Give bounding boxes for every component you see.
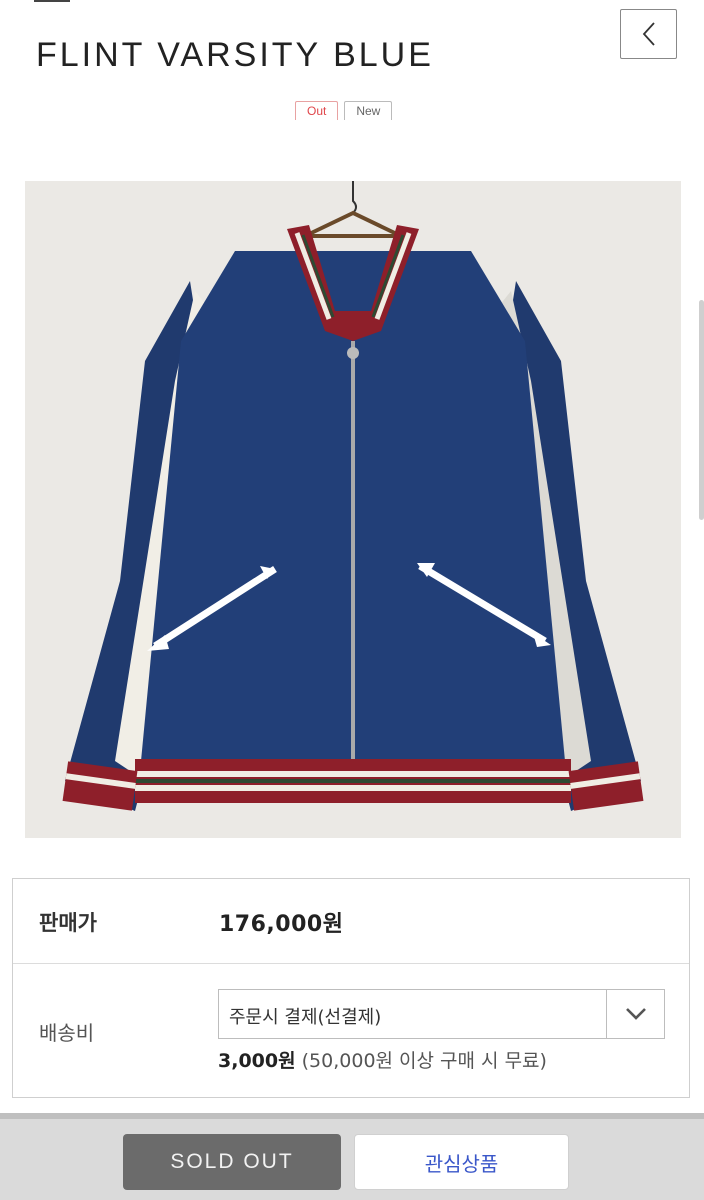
product-badges: Out New [295, 101, 393, 120]
price-value: 176,000원 [219, 912, 344, 937]
out-badge: Out [295, 101, 339, 120]
sold-out-button[interactable]: SOLD OUT [123, 1134, 341, 1190]
product-image [25, 181, 681, 838]
new-badge: New [344, 101, 393, 120]
chevron-down-icon [625, 1008, 646, 1020]
chevron-left-icon [642, 22, 655, 46]
shipping-method-value: 주문시 결제(선결제) [229, 1007, 382, 1028]
price-row: 판매가 176,000원 [13, 879, 689, 964]
shipping-label: 배송비 [39, 1021, 95, 1045]
scrollbar[interactable] [699, 300, 704, 520]
shipping-method-select[interactable]: 주문시 결제(선결제) [218, 989, 665, 1039]
select-arrow[interactable] [606, 990, 664, 1038]
action-bar: SOLD OUT 관심상품 [0, 1113, 704, 1200]
product-title: FLINT VARSITY BLUE [36, 36, 434, 74]
top-divider [34, 0, 70, 2]
back-button[interactable] [620, 9, 677, 59]
shipping-fee-line: 3,000원 (50,000원 이상 구매 시 무료) [218, 1046, 547, 1073]
wishlist-button[interactable]: 관심상품 [354, 1134, 569, 1190]
product-info-table: 판매가 176,000원 배송비 주문시 결제(선결제) 3,000원 (50,… [12, 878, 690, 1098]
price-label: 판매가 [39, 911, 97, 935]
shipping-note: (50,000원 이상 구매 시 무료) [301, 1050, 547, 1072]
shipping-fee: 3,000원 [218, 1050, 296, 1072]
